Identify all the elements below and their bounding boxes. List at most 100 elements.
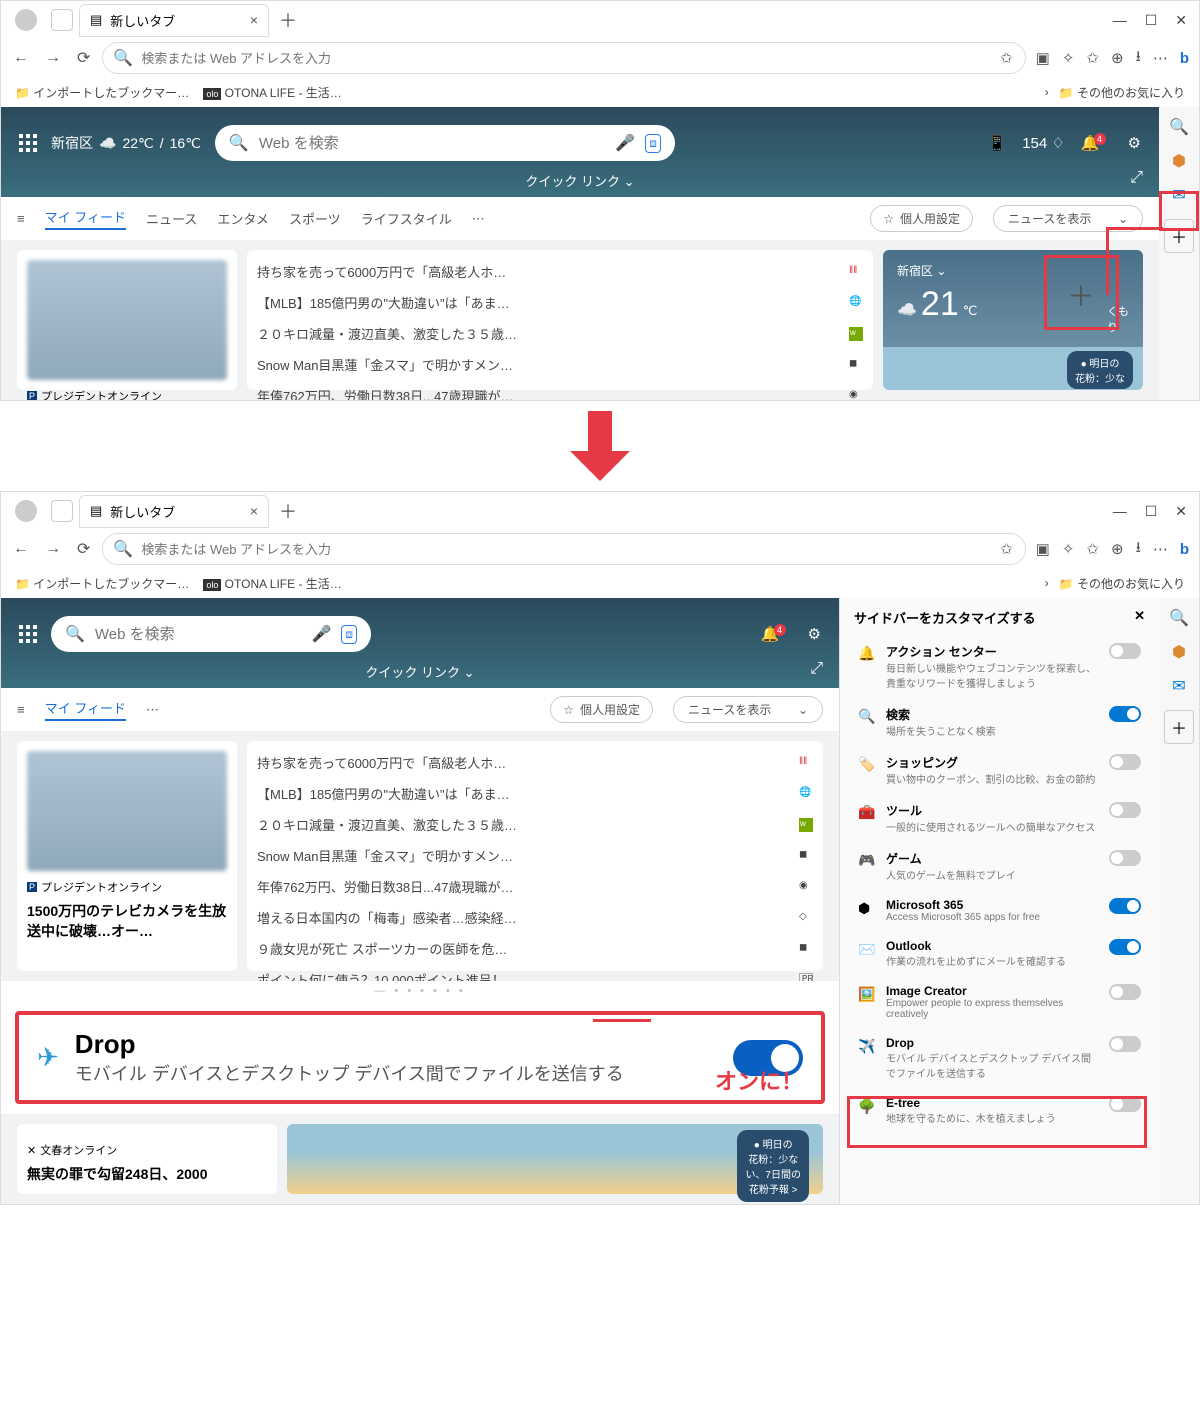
item-toggle[interactable] [1109,706,1141,722]
settings-gear-icon[interactable]: ⚙ [1128,134,1141,152]
refresh-button[interactable]: ⟳ [73,44,94,72]
sidebar-add-button[interactable]: ＋ [1164,710,1194,744]
headline-item[interactable]: ポイント何に使う？10,000ポイント進呈！…PR [257,964,813,981]
imported-bookmarks-folder[interactable]: 📁 インポートしたブックマー… [15,575,189,592]
address-bar[interactable]: 🔍 ✩ [102,533,1025,565]
rewards-points[interactable]: 154 ♢ [1022,134,1065,152]
screenshot-icon[interactable]: ▣ [1034,47,1052,69]
downloads-icon[interactable]: ⭳ [1134,44,1143,73]
collections-icon[interactable]: ⊕ [1109,47,1126,69]
personalize-button[interactable]: ☆ 個人用設定 [550,696,653,723]
new-tab-button[interactable]: ＋ [279,498,297,524]
otona-life-bookmark[interactable]: olo OTONA LIFE - 生活… [203,575,342,592]
favorites-icon[interactable]: ✩ [1084,538,1101,560]
featured-news-card[interactable]: P プレジデントオンライン 1500万円のテレビカメラを生放送中に破壊…オー… [17,741,237,971]
maximize-button[interactable]: ☐ [1145,503,1158,520]
extensions-icon[interactable]: ✧ [1060,538,1077,560]
item-toggle[interactable] [1109,643,1141,659]
close-window-button[interactable]: ✕ [1175,12,1187,29]
more-icon[interactable]: ⋯ [1151,47,1170,69]
bing-icon[interactable]: b [1178,539,1191,560]
headline-item[interactable]: 年俸762万円、労働日数38日...47歳現職が…◉ [257,380,863,400]
feed-tab-news[interactable]: ニュース [146,209,197,228]
web-search-box[interactable]: 🔍 🎤 ⧈ [215,125,675,161]
favorites-icon[interactable]: ✩ [1084,47,1101,69]
other-favorites-folder[interactable]: 📁 その他のお気に入り [1059,84,1185,101]
address-input[interactable] [141,542,990,557]
feed-tab-sports[interactable]: スポーツ [289,209,341,228]
favorite-icon[interactable]: ✩ [998,47,1015,69]
app-launcher-icon[interactable] [19,625,37,643]
news-display-select[interactable]: ニュースを表示 ⌄ [673,696,823,723]
bookmarks-overflow-icon[interactable]: › [1045,576,1049,590]
feed-tab-more[interactable]: ⋯ [472,211,485,227]
profile-avatar[interactable] [15,9,37,31]
back-button[interactable]: ← [9,45,33,71]
sidebar-m365-icon[interactable]: ⬢ [1172,642,1186,662]
quick-links-toggle[interactable]: クイック リンク ⌄ [19,171,1141,190]
collections-icon[interactable]: ⊕ [1109,538,1126,560]
feed-menu-icon[interactable]: ≡ [17,211,25,226]
settings-gear-icon[interactable]: ⚙ [808,625,821,643]
expand-icon[interactable]: ⤢ [1130,169,1143,187]
sidebar-search-icon[interactable]: 🔍 [1169,117,1189,137]
maximize-button[interactable]: ☐ [1145,12,1158,29]
quick-links-toggle[interactable]: クイック リンク ⌄ [19,662,821,681]
headline-item[interactable]: Snow Man目黒蓮「金スマ」で明かすメン…◼ [257,349,863,380]
item-toggle[interactable] [1109,984,1141,1000]
close-window-button[interactable]: ✕ [1175,503,1187,520]
carousel-dots[interactable]: — • • • • • • [1,981,839,1001]
address-input[interactable] [141,51,990,66]
notifications-bell-icon[interactable]: 🔔4 [1081,134,1112,152]
feed-tab-myfeed[interactable]: マイ フィード [45,698,126,721]
sidebar-outlook-icon[interactable]: ✉ [1172,676,1185,696]
item-toggle[interactable] [1109,850,1141,866]
expand-icon[interactable]: ⤢ [810,660,823,678]
imported-bookmarks-folder[interactable]: 📁 インポートしたブックマー… [15,84,189,101]
feed-tab-lifestyle[interactable]: ライフスタイル [361,209,452,228]
image-search-icon[interactable]: ⧈ [645,134,661,153]
workspaces-icon[interactable] [51,9,73,31]
mobile-icon[interactable]: 📱 [988,134,1007,152]
app-launcher-icon[interactable] [19,134,37,152]
featured-news-card[interactable]: P プレジデントオンライン [17,250,237,390]
web-search-input[interactable] [95,626,302,643]
image-search-icon[interactable]: ⧈ [341,625,357,644]
bookmarks-overflow-icon[interactable]: › [1045,85,1049,99]
minimize-button[interactable]: — [1113,12,1127,29]
item-toggle[interactable] [1109,939,1141,955]
bing-icon[interactable]: b [1178,48,1191,69]
minimize-button[interactable]: — [1113,503,1127,520]
voice-search-icon[interactable]: 🎤 [615,133,635,153]
voice-search-icon[interactable]: 🎤 [311,624,331,644]
forward-button[interactable]: → [41,536,65,562]
profile-avatar[interactable] [15,500,37,522]
sidebar-search-icon[interactable]: 🔍 [1169,608,1189,628]
new-tab-button[interactable]: ＋ [279,7,297,33]
feed-tab-entertainment[interactable]: エンタメ [217,209,269,228]
other-favorites-folder[interactable]: 📁 その他のお気に入り [1059,575,1185,592]
back-button[interactable]: ← [9,536,33,562]
sidebar-m365-icon[interactable]: ⬢ [1172,151,1186,171]
weather-map-card[interactable]: ● 明日の花粉：少ない、7日間の花粉予報 > [287,1124,823,1194]
item-toggle[interactable] [1109,754,1141,770]
item-toggle[interactable] [1109,898,1141,914]
workspaces-icon[interactable] [51,500,73,522]
close-tab-icon[interactable]: × [250,503,258,519]
otona-life-bookmark[interactable]: olo OTONA LIFE - 生活… [203,84,342,101]
feed-menu-icon[interactable]: ≡ [17,702,25,717]
headline-item[interactable]: 持ち家を売って6000万円で「高級老人ホ…‖‖ [257,256,863,287]
browser-tab[interactable]: ▤ 新しいタブ × [79,4,269,37]
web-search-input[interactable] [259,135,606,152]
headline-item[interactable]: 年俸762万円、労働日数38日...47歳現職が…◉ [257,871,813,902]
personalize-button[interactable]: ☆ 個人用設定 [870,205,973,232]
favorite-icon[interactable]: ✩ [998,538,1015,560]
downloads-icon[interactable]: ⭳ [1134,535,1143,564]
close-panel-icon[interactable]: ✕ [1134,608,1145,627]
forward-button[interactable]: → [41,45,65,71]
feed-tab-myfeed[interactable]: マイ フィード [45,207,126,230]
web-search-box[interactable]: 🔍 🎤 ⧈ [51,616,371,652]
browser-tab[interactable]: ▤ 新しいタブ × [79,495,269,528]
headline-item[interactable]: 【MLB】185億円男の"大勘違い"は「あま…🌐 [257,778,813,809]
headline-item[interactable]: 【MLB】185億円男の"大勘違い"は「あま…🌐 [257,287,863,318]
